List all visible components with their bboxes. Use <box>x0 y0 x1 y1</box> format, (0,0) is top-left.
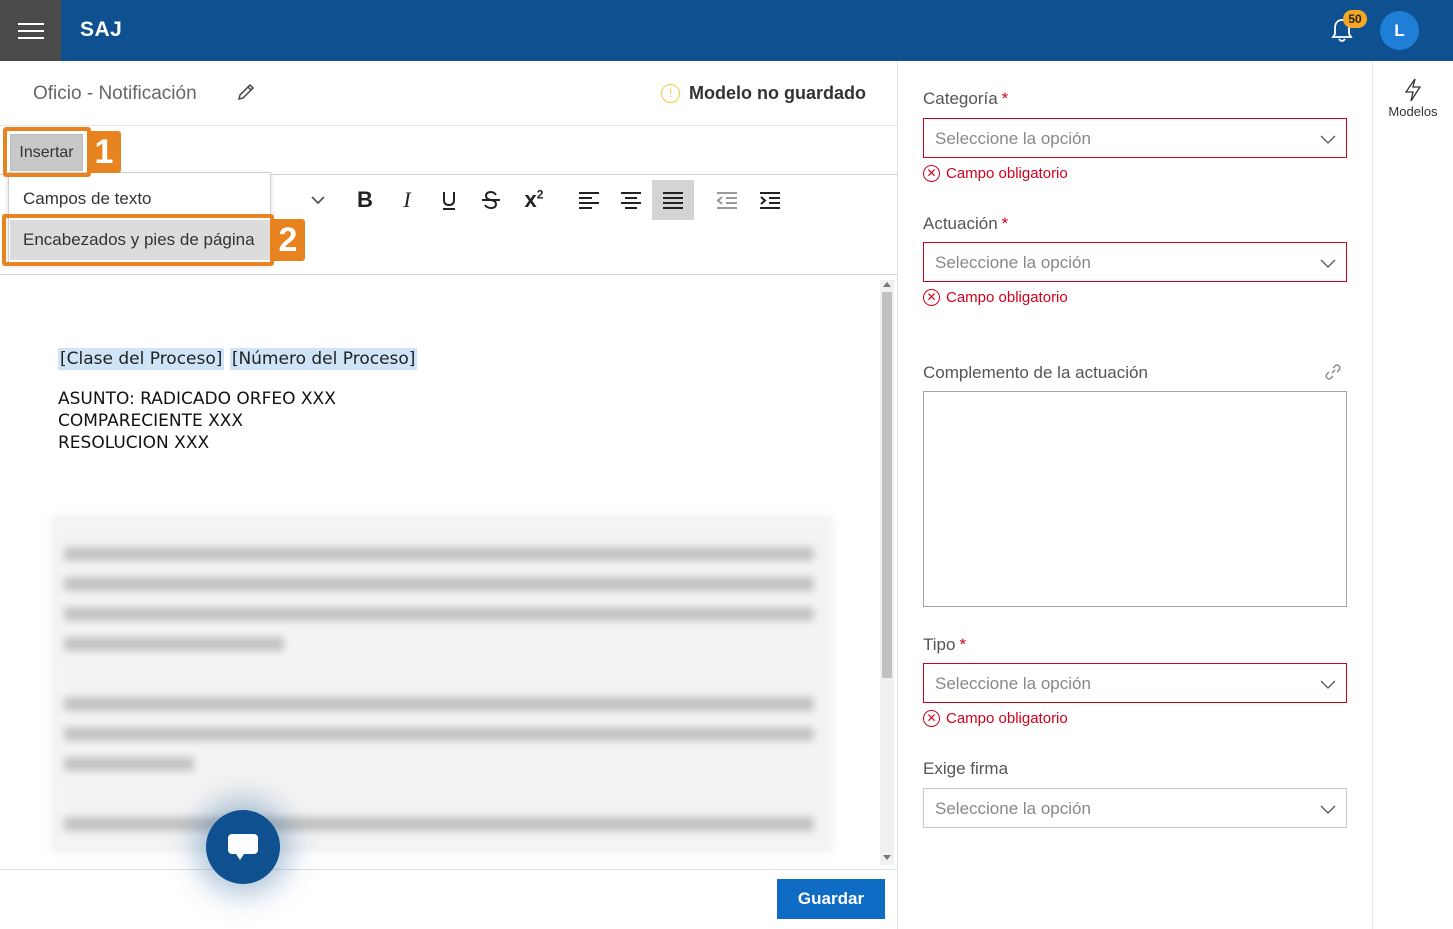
avatar[interactable]: L <box>1380 11 1419 50</box>
outdent-icon <box>716 192 737 209</box>
indent-icon <box>760 192 780 209</box>
category-label-text: Categoría <box>923 89 998 108</box>
menu-item-text-fields[interactable]: Campos de texto <box>23 189 152 209</box>
type-placeholder: Seleccione la opción <box>935 674 1091 693</box>
callout-number: 1 <box>87 131 121 173</box>
bold-icon: B <box>357 187 373 212</box>
required-mark: * <box>1001 89 1009 108</box>
document-title: Oficio - Notificación <box>33 83 197 104</box>
menu-line <box>17 36 44 39</box>
blurred-content <box>50 515 833 853</box>
callout-highlight <box>3 127 91 177</box>
required-mark: * <box>959 635 967 654</box>
lightning-icon <box>1404 78 1422 102</box>
doc-text-line: ASUNTO: RADICADO ORFEO XXX <box>58 389 336 409</box>
chat-button[interactable] <box>206 810 280 884</box>
actuation-label-text: Actuación <box>923 214 998 233</box>
error-icon: ✕ <box>923 289 940 306</box>
chevron-down-icon[interactable] <box>307 190 329 210</box>
chevron-down-icon <box>1320 805 1336 814</box>
indent-button[interactable] <box>749 180 791 220</box>
category-select[interactable]: Seleccione la opción <box>923 118 1347 158</box>
models-label: Modelos <box>1388 104 1438 119</box>
underline-icon <box>443 192 455 210</box>
italic-button[interactable]: I <box>386 180 428 220</box>
signature-label: Exige firma <box>923 759 1009 778</box>
type-error-text: Campo obligatorio <box>946 710 1068 727</box>
signature-select[interactable]: Seleccione la opción <box>923 788 1347 828</box>
doc-text-line: RESOLUCION XXX <box>58 433 210 453</box>
menu-line <box>17 29 44 32</box>
panel-divider <box>897 61 898 929</box>
align-justify-button[interactable] <box>652 180 694 220</box>
error-icon: ✕ <box>923 710 940 727</box>
document-editor-area[interactable]: [Clase del Proceso] [Número del Proceso]… <box>0 275 880 869</box>
required-mark: * <box>1001 214 1009 233</box>
complement-textarea[interactable] <box>923 391 1347 607</box>
italic-icon: I <box>403 187 411 212</box>
category-error: ✕ Campo obligatorio <box>923 165 1068 182</box>
top-bar: SAJ 50 L <box>0 0 1453 61</box>
doc-text-line: COMPARECIENTE XXX <box>58 411 244 431</box>
link-icon[interactable] <box>1325 364 1341 380</box>
field-process-number: [Número del Proceso] <box>229 348 418 370</box>
superscript-button[interactable]: x2 <box>513 180 555 220</box>
bold-button[interactable]: B <box>344 180 386 220</box>
panel-divider <box>1372 61 1373 929</box>
callout-number: 2 <box>271 219 305 261</box>
actuation-select[interactable]: Seleccione la opción <box>923 242 1347 282</box>
align-left-button[interactable] <box>568 180 610 220</box>
chevron-down-icon <box>1320 259 1336 268</box>
underline-button[interactable] <box>428 180 470 220</box>
type-select[interactable]: Seleccione la opción <box>923 663 1347 703</box>
actuation-error: ✕ Campo obligatorio <box>923 289 1068 306</box>
align-justify-icon <box>663 192 683 209</box>
actuation-label: Actuación * <box>923 214 1008 234</box>
type-error: ✕ Campo obligatorio <box>923 710 1068 727</box>
category-error-text: Campo obligatorio <box>946 165 1068 182</box>
outdent-button[interactable] <box>706 180 748 220</box>
category-placeholder: Seleccione la opción <box>935 129 1091 148</box>
chevron-down-icon <box>1320 680 1336 689</box>
scrollbar-thumb[interactable] <box>882 292 892 678</box>
signature-placeholder: Seleccione la opción <box>935 799 1091 818</box>
callout-highlight <box>2 214 274 266</box>
chevron-down-icon <box>1320 135 1336 144</box>
inserted-fields: [Clase del Proceso] [Número del Proceso] <box>58 348 418 370</box>
models-button[interactable]: Modelos <box>1373 78 1453 119</box>
align-center-button[interactable] <box>610 180 652 220</box>
hamburger-menu-button[interactable] <box>0 0 61 61</box>
divider <box>0 869 897 870</box>
field-process-class: [Clase del Proceso] <box>58 348 225 370</box>
divider <box>0 125 897 126</box>
pencil-icon[interactable] <box>236 82 256 102</box>
app-title: SAJ <box>80 18 123 41</box>
error-icon: ✕ <box>923 165 940 182</box>
save-button[interactable]: Guardar <box>777 879 885 919</box>
category-label: Categoría * <box>923 89 1008 109</box>
superscript-icon: x2 <box>524 187 544 212</box>
strikethrough-button[interactable] <box>470 180 512 220</box>
complement-label: Complemento de la actuación <box>923 363 1148 382</box>
align-left-icon <box>579 192 599 209</box>
scroll-up-arrow-icon[interactable] <box>883 282 891 287</box>
save-status: Modelo no guardado <box>689 83 866 103</box>
align-center-icon <box>621 192 641 209</box>
chat-icon <box>228 834 258 860</box>
menu-line <box>17 22 44 25</box>
type-label: Tipo * <box>923 635 966 655</box>
actuation-placeholder: Seleccione la opción <box>935 253 1091 272</box>
strikethrough-icon <box>482 190 500 210</box>
scroll-down-arrow-icon[interactable] <box>883 855 891 860</box>
type-label-text: Tipo <box>923 635 956 654</box>
info-warning-icon: ! <box>661 84 680 103</box>
notification-badge: 50 <box>1343 10 1367 28</box>
actuation-error-text: Campo obligatorio <box>946 289 1068 306</box>
